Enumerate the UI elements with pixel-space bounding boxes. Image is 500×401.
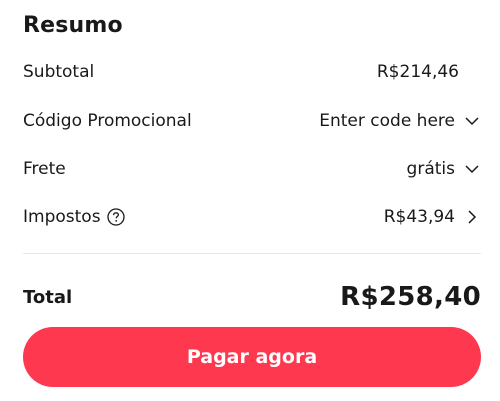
- chevron-right-icon: [463, 208, 481, 226]
- pay-now-button[interactable]: Pagar agora: [23, 327, 481, 387]
- taxes-value: R$43,94: [383, 207, 455, 227]
- promo-code-row[interactable]: Código Promocional Enter code here: [23, 107, 481, 135]
- taxes-label: Impostos: [23, 207, 101, 227]
- divider: [23, 253, 481, 254]
- shipping-value: grátis: [406, 159, 455, 179]
- promo-code-label: Código Promocional: [23, 111, 192, 131]
- subtotal-value: R$214,46: [376, 62, 459, 82]
- promo-code-toggle[interactable]: Enter code here: [319, 111, 481, 131]
- taxes-label-group: Impostos: [23, 207, 125, 227]
- shipping-row[interactable]: Frete grátis: [23, 155, 481, 183]
- subtotal-label: Subtotal: [23, 62, 95, 82]
- subtotal-row: Subtotal R$214,46: [23, 58, 481, 86]
- question-circle-icon[interactable]: [106, 208, 125, 226]
- total-value: R$258,40: [340, 282, 481, 312]
- order-summary: Resumo Subtotal R$214,46 Código Promocio…: [23, 0, 481, 401]
- shipping-toggle[interactable]: grátis: [407, 159, 481, 179]
- summary-title: Resumo: [23, 13, 123, 38]
- total-row: Total R$258,40: [23, 280, 481, 314]
- chevron-down-icon: [463, 160, 481, 178]
- taxes-toggle[interactable]: R$43,94: [384, 207, 481, 227]
- shipping-label: Frete: [23, 159, 66, 179]
- promo-code-placeholder: Enter code here: [319, 111, 455, 131]
- total-label: Total: [23, 286, 73, 308]
- taxes-row[interactable]: Impostos R$43,94: [23, 203, 481, 231]
- chevron-down-icon: [463, 112, 481, 130]
